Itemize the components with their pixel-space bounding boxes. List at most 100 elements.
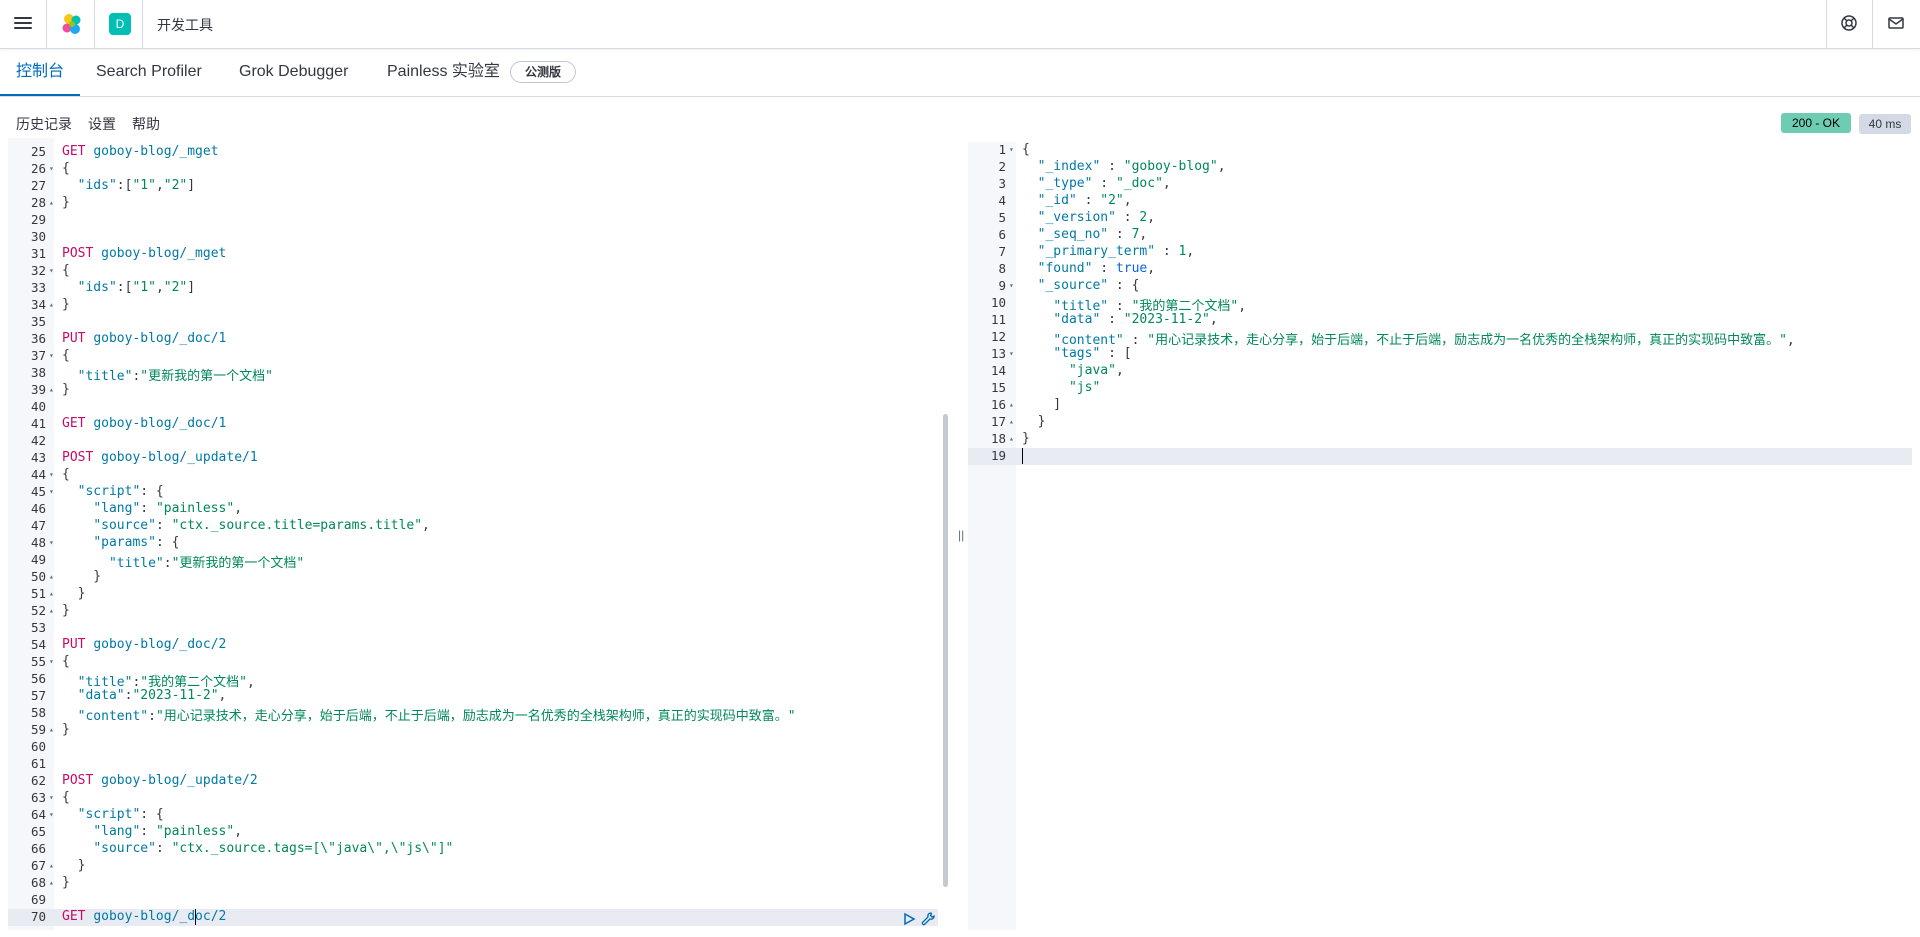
elastic-logo-icon[interactable] <box>60 12 84 36</box>
fold-arrow-icon[interactable]: ▾ <box>49 487 54 496</box>
code-token: , <box>234 501 243 516</box>
code-line[interactable]: "content":"用心记录技术，走心分享，始于后端，不止于后端，励志成为一名… <box>62 705 796 724</box>
code-line[interactable]: "_primary_term" : 1, <box>1022 244 1195 259</box>
code-line[interactable]: "script": { <box>62 484 164 499</box>
menu-icon[interactable] <box>14 14 32 32</box>
code-token: , <box>1123 193 1132 208</box>
breadcrumb[interactable]: 开发工具 <box>157 15 213 35</box>
fold-arrow-icon[interactable]: ▾ <box>49 351 54 360</box>
code-line[interactable]: "content" : "用心记录技术，走心分享，始于后端，不止于后端，励志成为… <box>1022 329 1794 348</box>
code-line[interactable]: "found" : true, <box>1022 261 1155 276</box>
code-line[interactable]: "tags" : [ <box>1022 346 1131 361</box>
code-line[interactable]: "data" : "2023-11-2", <box>1022 312 1217 327</box>
code-line[interactable]: "params": { <box>62 535 179 550</box>
code-line[interactable]: "_seq_no" : 7, <box>1022 227 1148 242</box>
code-line[interactable]: "ids":["1","2"] <box>62 280 195 295</box>
help-link[interactable]: 帮助 <box>132 114 160 134</box>
code-line[interactable]: GET goboy-blog/_doc/2 <box>62 909 226 924</box>
code-line[interactable]: "_version" : 2, <box>1022 210 1155 225</box>
code-line[interactable]: POST goboy-blog/_mget <box>62 246 226 261</box>
line-number: 64 <box>30 807 46 822</box>
code-token: } <box>62 382 70 397</box>
request-editor[interactable]: 25 GET goboy-blog/_mget 26 ▾{27 "ids":["1",… <box>8 138 948 930</box>
code-line[interactable]: { <box>62 790 70 805</box>
code-line[interactable]: } <box>62 382 70 397</box>
code-token: : <box>1108 227 1132 242</box>
code-line[interactable]: ] <box>1022 397 1061 412</box>
code-line[interactable]: POST goboy-blog/_update/1 <box>62 450 258 465</box>
line-number: 28 <box>30 195 46 210</box>
code-line[interactable]: POST goboy-blog/_update/2 <box>62 773 258 788</box>
line-number: 16 <box>990 397 1006 412</box>
tab-search-profiler[interactable]: Search Profiler <box>96 49 202 95</box>
code-line[interactable]: "_source" : { <box>1022 278 1140 293</box>
code-line[interactable]: } <box>1022 431 1030 446</box>
fold-arrow-icon[interactable]: ▾ <box>49 266 54 275</box>
code-line[interactable]: { <box>62 161 70 176</box>
line-number: 48 <box>30 535 46 550</box>
code-line[interactable]: PUT goboy-blog/_doc/1 <box>62 331 226 346</box>
line-number: 32 <box>30 263 46 278</box>
code-line[interactable]: "data":"2023-11-2", <box>62 688 227 703</box>
code-line[interactable]: PUT goboy-blog/_doc/2 <box>62 637 226 652</box>
code-line[interactable]: "_index" : "goboy-blog", <box>1022 159 1226 174</box>
code-line[interactable]: } <box>62 858 86 873</box>
fold-arrow-icon[interactable]: ▾ <box>49 810 54 819</box>
fold-arrow-icon[interactable]: ▾ <box>49 657 54 666</box>
code-line[interactable]: "lang": "painless", <box>62 501 242 516</box>
code-token: "params" <box>93 535 156 550</box>
code-line[interactable]: "ids":["1","2"] <box>62 178 195 193</box>
history-link[interactable]: 历史记录 <box>16 114 72 134</box>
code-line[interactable]: } <box>62 722 70 737</box>
fold-arrow-icon[interactable]: ▾ <box>49 470 54 479</box>
code-line[interactable]: "js" <box>1022 380 1100 395</box>
code-line[interactable]: } <box>62 569 101 584</box>
code-token: : <box>1076 193 1101 208</box>
fold-end-icon: ▴ <box>49 572 54 581</box>
code-line[interactable]: "lang": "painless", <box>62 824 242 839</box>
line-number: 42 <box>30 433 46 448</box>
code-line[interactable]: "java", <box>1022 363 1124 378</box>
wrench-icon[interactable] <box>920 911 936 927</box>
code-line[interactable]: } <box>62 297 70 312</box>
fold-arrow-icon[interactable]: ▾ <box>49 538 54 547</box>
play-icon[interactable] <box>901 911 917 927</box>
line-number: 49 <box>30 552 46 567</box>
code-line[interactable]: { <box>62 348 70 363</box>
help-icon[interactable] <box>1840 14 1858 32</box>
tab-painless-lab[interactable]: Painless 实验室 <box>387 49 500 95</box>
code-line[interactable]: { <box>62 654 70 669</box>
fold-arrow-icon[interactable]: ▾ <box>49 793 54 802</box>
code-line[interactable]: "title":"更新我的第一个文档" <box>62 365 273 384</box>
space-avatar[interactable]: D <box>109 13 131 35</box>
code-line[interactable]: } <box>62 875 70 890</box>
code-line[interactable]: } <box>62 586 86 601</box>
code-line[interactable]: } <box>62 603 70 618</box>
code-line[interactable]: "_id" : "2", <box>1022 193 1132 208</box>
tab-console[interactable]: 控制台 <box>0 49 81 96</box>
fold-arrow-icon[interactable]: ▾ <box>49 164 54 173</box>
resize-handle-icon[interactable]: || <box>958 528 964 542</box>
code-line[interactable]: } <box>1022 414 1046 429</box>
code-line[interactable]: "_type" : "_doc", <box>1022 176 1171 191</box>
fold-arrow-icon[interactable]: ▾ <box>1009 145 1014 154</box>
code-line[interactable]: { <box>1022 142 1030 157</box>
code-line[interactable]: GET goboy-blog/_mget <box>62 144 219 159</box>
code-line[interactable]: } <box>62 195 70 210</box>
newsfeed-icon[interactable] <box>1887 14 1905 32</box>
code-line[interactable]: "source": "ctx._source.tags=[\"java\",\"… <box>62 841 453 856</box>
code-line[interactable]: { <box>62 263 70 278</box>
code-line[interactable]: "source": "ctx._source.title=params.titl… <box>62 518 430 533</box>
settings-link[interactable]: 设置 <box>88 114 116 134</box>
tab-grok-debugger[interactable]: Grok Debugger <box>239 49 348 95</box>
code-line[interactable]: GET goboy-blog/_doc/1 <box>62 416 226 431</box>
code-line[interactable]: { <box>62 467 70 482</box>
fold-arrow-icon[interactable]: ▾ <box>1009 349 1014 358</box>
code-line[interactable]: "script": { <box>62 807 164 822</box>
code-token: "title" <box>77 369 133 384</box>
fold-arrow-icon[interactable]: ▾ <box>1009 281 1014 290</box>
request-scrollbar[interactable] <box>943 414 948 887</box>
code-token: "1" <box>132 280 156 295</box>
